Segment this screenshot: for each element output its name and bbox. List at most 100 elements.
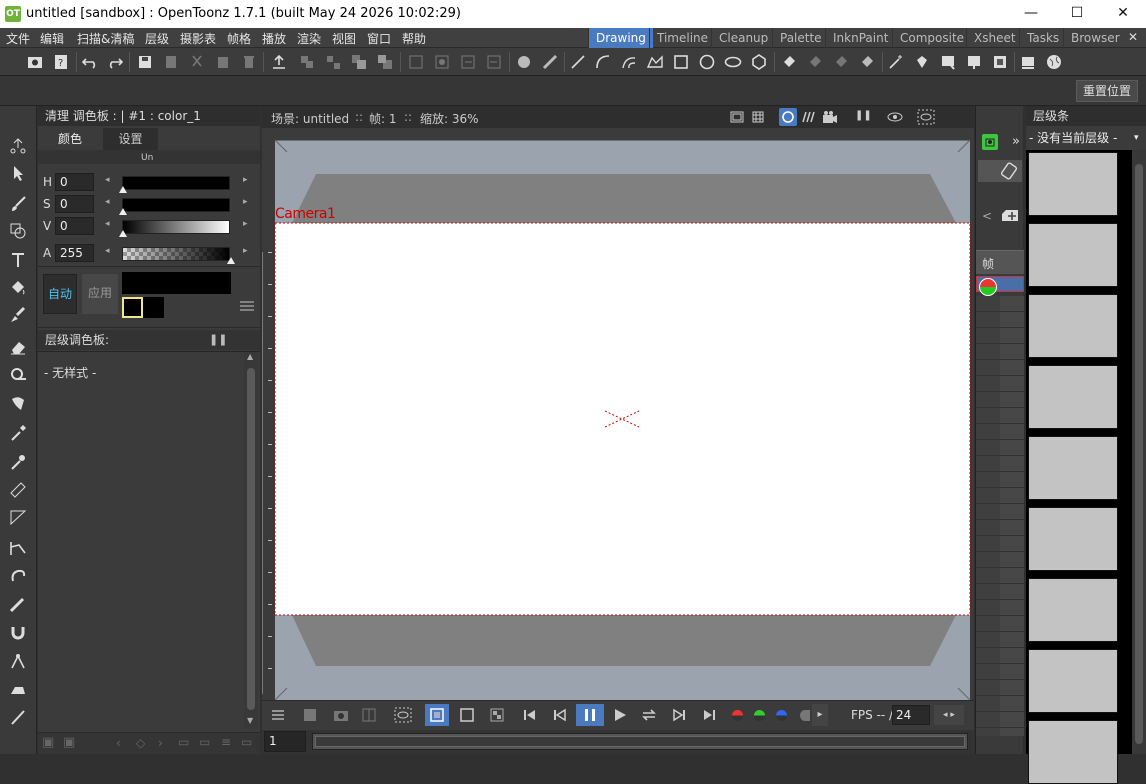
alpha-slider[interactable]: A 255 ◂ ▸ <box>38 243 260 264</box>
rgb-picker-tool-icon[interactable] <box>7 422 29 444</box>
pinch-tool-icon[interactable] <box>7 506 29 528</box>
level-thumbnail[interactable] <box>1028 365 1118 429</box>
safe-area-icon[interactable] <box>730 111 744 126</box>
menu-edit[interactable]: 编辑 <box>40 30 64 47</box>
level-thumbnail[interactable] <box>1028 223 1118 287</box>
tab-color[interactable]: 颜色 <box>38 128 102 150</box>
onion-skin-icon[interactable] <box>802 111 816 126</box>
pause-icon[interactable]: ❚❚ <box>209 333 227 346</box>
preview-camera-icon[interactable] <box>822 110 838 127</box>
level-thumbnail[interactable] <box>1028 152 1118 216</box>
value-value-field[interactable]: 0 <box>55 217 94 235</box>
multi-arc-icon[interactable] <box>618 51 640 73</box>
cutter-tool-icon[interactable] <box>7 706 29 728</box>
circle-icon[interactable] <box>696 51 718 73</box>
palette-lock-icon[interactable]: ▭ <box>241 735 252 749</box>
fill-areas-icon[interactable] <box>804 51 826 73</box>
green-channel-icon[interactable] <box>754 710 765 721</box>
red-channel-icon[interactable] <box>732 710 743 721</box>
fill-lines-icon[interactable] <box>830 51 852 73</box>
ungroup-icon[interactable] <box>322 51 344 73</box>
level-selector-dropdown[interactable]: - 没有当前层级 - ▾ <box>1026 128 1146 148</box>
align-left-icon[interactable] <box>457 51 479 73</box>
style-picker-tool-icon[interactable] <box>7 392 29 414</box>
send-back-icon[interactable] <box>374 51 396 73</box>
onion-skin-marker-icon[interactable] <box>979 278 997 296</box>
level-thumbnail[interactable] <box>1028 507 1118 571</box>
polyline-icon[interactable] <box>644 51 666 73</box>
arrow-left-icon[interactable]: ◂ <box>105 175 110 185</box>
close-button[interactable]: ✕ <box>1100 0 1146 28</box>
viewer-canvas[interactable] <box>262 128 974 700</box>
bg-black-icon[interactable] <box>459 707 475 726</box>
eraser-tool-icon[interactable] <box>7 336 29 358</box>
globe-icon[interactable] <box>1043 51 1065 73</box>
room-tab-cleanup[interactable]: Cleanup <box>711 28 775 48</box>
brush-fill-icon[interactable] <box>539 51 561 73</box>
auto-apply-button[interactable]: 自动 <box>43 274 77 314</box>
polygon-icon[interactable] <box>748 51 770 73</box>
menu-cells[interactable]: 帧格 <box>227 30 251 47</box>
maximize-button[interactable]: ☐ <box>1054 0 1100 28</box>
new-style-icon[interactable]: ▭ <box>199 735 210 749</box>
saturation-value-field[interactable]: 0 <box>55 195 94 213</box>
menu-file[interactable]: 文件 <box>6 30 30 47</box>
level-thumbnail[interactable] <box>1028 436 1118 500</box>
freeze-icon[interactable]: ❚❚ <box>855 110 872 121</box>
menu-window[interactable]: 窗口 <box>367 30 391 47</box>
ellipse-icon[interactable] <box>722 51 744 73</box>
camera-settings-icon[interactable] <box>24 51 46 73</box>
reset-position-button[interactable]: 重置位置 <box>1076 80 1138 102</box>
bg-white-icon[interactable] <box>425 704 449 726</box>
menu-level[interactable]: 层级 <box>145 30 169 47</box>
undo-icon[interactable] <box>79 51 101 73</box>
prev-key-icon[interactable]: ‹ <box>116 736 121 750</box>
rectangle-icon[interactable] <box>670 51 692 73</box>
minimize-button[interactable]: — <box>1008 0 1054 28</box>
menu-play[interactable]: 播放 <box>262 30 286 47</box>
next-frame-icon[interactable] <box>672 708 686 725</box>
list-view-icon[interactable]: ≡ <box>221 735 231 749</box>
bring-front-icon[interactable] <box>348 51 370 73</box>
last-frame-icon[interactable] <box>702 708 716 725</box>
first-frame-icon[interactable] <box>523 708 537 725</box>
copy-style-icon[interactable] <box>963 51 985 73</box>
frame-number-field[interactable]: 1 <box>264 731 306 752</box>
more-icon[interactable]: ▸ <box>812 704 828 726</box>
level-thumbnail[interactable] <box>1028 294 1118 358</box>
menu-help[interactable]: 帮助 <box>402 30 426 47</box>
menu-icon[interactable] <box>239 300 255 312</box>
arrow-right-icon[interactable]: ▸ <box>243 175 248 185</box>
control-point-tool-icon[interactable] <box>7 451 29 473</box>
pause-button-icon[interactable] <box>576 704 604 726</box>
fps-field[interactable]: 24 <box>892 705 930 725</box>
arrow-left-icon[interactable]: ◂ <box>105 219 110 229</box>
value-slider[interactable]: V 0 ◂ ▸ <box>38 216 260 237</box>
prev-icon[interactable]: < <box>982 209 992 223</box>
iron-tool-icon[interactable] <box>7 678 29 700</box>
room-tab-browser[interactable]: Browser <box>1063 28 1127 48</box>
line-icon[interactable] <box>567 51 589 73</box>
copy-doc-icon[interactable] <box>160 51 182 73</box>
paint-brush-tool-icon[interactable] <box>7 304 29 326</box>
expand-icon[interactable]: » <box>1012 134 1020 149</box>
menu-xsheet[interactable]: 摄影表 <box>180 30 216 47</box>
prev-frame-icon[interactable] <box>553 708 567 725</box>
redo-icon[interactable] <box>104 51 126 73</box>
level-thumbnail[interactable] <box>1028 649 1118 713</box>
room-tab-tasks[interactable]: Tasks <box>1019 28 1066 48</box>
snapshot-icon[interactable] <box>333 708 349 725</box>
menu-view[interactable]: 视图 <box>332 30 356 47</box>
save-all-icon[interactable] <box>134 51 156 73</box>
field-guide-icon[interactable] <box>752 111 764 126</box>
export-icon[interactable] <box>268 51 290 73</box>
brush-tool-icon[interactable] <box>7 193 29 215</box>
visibility-eye-icon[interactable] <box>887 111 903 126</box>
vectorize-icon[interactable] <box>513 51 535 73</box>
next-key-icon[interactable]: › <box>158 736 163 750</box>
strip-scrollbar[interactable] <box>1132 150 1146 754</box>
thumbnail-list[interactable] <box>1026 150 1146 784</box>
style-picker-icon[interactable] <box>937 51 959 73</box>
room-tab-timeline[interactable]: Timeline <box>649 28 715 48</box>
paste-style-icon[interactable] <box>989 51 1011 73</box>
